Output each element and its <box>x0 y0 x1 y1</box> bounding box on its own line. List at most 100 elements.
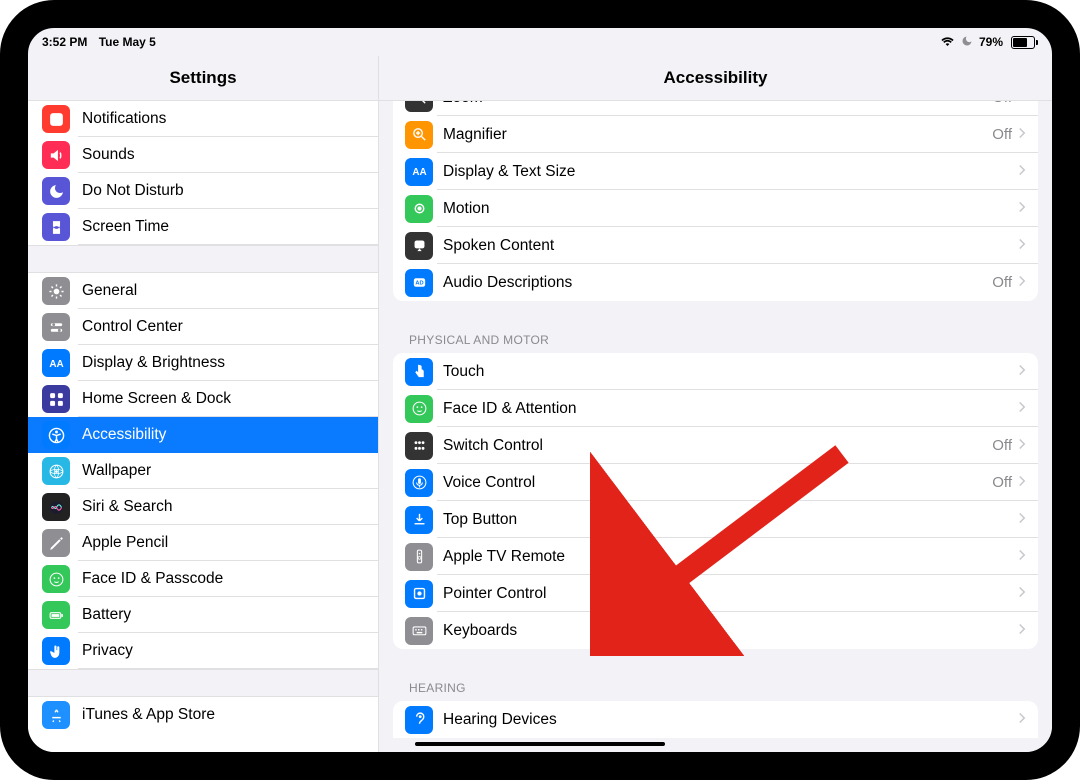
battery-icon <box>42 601 70 629</box>
device-frame: 3:52 PM Tue May 5 79% <box>0 0 1080 780</box>
svg-text:AD: AD <box>415 281 423 287</box>
hearing-icon <box>405 706 433 734</box>
sidebar-item-apple-pencil[interactable]: Apple Pencil <box>28 525 378 561</box>
sidebar-group-spacer <box>28 245 378 273</box>
settings-row-touch[interactable]: Touch <box>393 353 1038 390</box>
settings-row-keyboards[interactable]: Keyboards <box>393 612 1038 649</box>
sidebar-item-home-screen-dock[interactable]: Home Screen & Dock <box>28 381 378 417</box>
sidebar-item-face-id-passcode[interactable]: Face ID & Passcode <box>28 561 378 597</box>
settings-row-audio-descriptions[interactable]: ADAudio DescriptionsOff <box>393 264 1038 301</box>
sidebar-item-label: Control Center <box>82 318 183 336</box>
sidebar-item-label: Wallpaper <box>82 462 151 480</box>
sidebar-item-label: Display & Brightness <box>82 354 225 372</box>
row-label: Switch Control <box>443 437 992 455</box>
title-bar: Settings Accessibility <box>28 56 1052 101</box>
status-left: 3:52 PM Tue May 5 <box>42 35 164 49</box>
sidebar-item-label: Sounds <box>82 146 135 164</box>
row-value: Off <box>992 126 1012 143</box>
settings-row-motion[interactable]: Motion <box>393 190 1038 227</box>
sidebar-item-label: Privacy <box>82 642 133 660</box>
row-label: Pointer Control <box>443 585 1018 603</box>
faceid-icon <box>42 565 70 593</box>
sidebar-item-notifications[interactable]: Notifications <box>28 101 378 137</box>
sidebar-item-screen-time[interactable]: Screen Time <box>28 209 378 245</box>
settings-row-switch-control[interactable]: Switch ControlOff <box>393 427 1038 464</box>
general-icon <box>42 277 70 305</box>
row-label: Keyboards <box>443 622 1018 640</box>
settings-group: Hearing Devices <box>393 701 1038 738</box>
sidebar-item-label: Face ID & Passcode <box>82 570 223 588</box>
settings-row-voice-control[interactable]: Voice ControlOff <box>393 464 1038 501</box>
settings-row-apple-tv-remote[interactable]: Apple TV Remote <box>393 538 1038 575</box>
settings-row-face-id-attention[interactable]: Face ID & Attention <box>393 390 1038 427</box>
battery-icon <box>1009 36 1038 49</box>
settings-row-hearing-devices[interactable]: Hearing Devices <box>393 701 1038 738</box>
row-label: Apple TV Remote <box>443 548 1018 566</box>
row-label: Display & Text Size <box>443 163 1018 181</box>
sidebar-item-label: Apple Pencil <box>82 534 168 552</box>
sidebar-item-general[interactable]: General <box>28 273 378 309</box>
sidebar-item-label: General <box>82 282 137 300</box>
sidebar-item-privacy[interactable]: Privacy <box>28 633 378 669</box>
sidebar-item-label: Screen Time <box>82 218 169 236</box>
sidebar-item-wallpaper[interactable]: Wallpaper <box>28 453 378 489</box>
wallpaper-icon <box>42 457 70 485</box>
switch-icon <box>405 432 433 460</box>
accessibility-icon <box>42 421 70 449</box>
sidebar-item-display-brightness[interactable]: AA Display & Brightness <box>28 345 378 381</box>
sidebar-item-label: Do Not Disturb <box>82 182 184 200</box>
sidebar-item-itunes-app-store[interactable]: iTunes & App Store <box>28 697 378 733</box>
settings-row-magnifier[interactable]: MagnifierOff <box>393 116 1038 153</box>
settings-row-display-text-size[interactable]: AADisplay & Text Size <box>393 153 1038 190</box>
zoom-icon <box>405 101 433 112</box>
chevron-right-icon <box>1018 548 1026 566</box>
magnifier-icon <box>405 121 433 149</box>
topbtn-icon <box>405 506 433 534</box>
settings-group: TouchFace ID & AttentionSwitch ControlOf… <box>393 353 1038 649</box>
sidebar-item-accessibility[interactable]: Accessibility <box>28 417 378 453</box>
privacy-icon <box>42 637 70 665</box>
row-label: Hearing Devices <box>443 711 1018 729</box>
siri-icon <box>42 493 70 521</box>
chevron-right-icon <box>1018 585 1026 603</box>
sidebar-item-sounds[interactable]: Sounds <box>28 137 378 173</box>
row-label: Touch <box>443 363 1018 381</box>
wifi-icon <box>940 35 955 49</box>
sounds-icon <box>42 141 70 169</box>
chevron-right-icon <box>1018 622 1026 640</box>
settings-row-top-button[interactable]: Top Button <box>393 501 1038 538</box>
sidebar-item-label: Battery <box>82 606 131 624</box>
chevron-right-icon <box>1018 711 1026 729</box>
sidebar-item-label: iTunes & App Store <box>82 706 215 724</box>
spoken-icon <box>405 232 433 260</box>
section-header-hearing: Hearing <box>393 667 1038 701</box>
status-date: Tue May 5 <box>99 35 156 49</box>
sidebar-item-battery[interactable]: Battery <box>28 597 378 633</box>
settings-row-pointer-control[interactable]: Pointer Control <box>393 575 1038 612</box>
home-icon <box>42 385 70 413</box>
settings-row-zoom[interactable]: ZoomOff <box>393 101 1038 116</box>
chevron-right-icon <box>1018 363 1026 381</box>
sidebar-item-siri-search[interactable]: Siri & Search <box>28 489 378 525</box>
chevron-right-icon <box>1018 126 1026 144</box>
sidebar-list[interactable]: Notifications Sounds Do Not Disturb Screen … <box>28 101 379 752</box>
screentime-icon <box>42 213 70 241</box>
device-bezel: 3:52 PM Tue May 5 79% <box>0 0 1080 780</box>
split-view: Notifications Sounds Do Not Disturb Screen … <box>28 101 1052 752</box>
sidebar-item-control-center[interactable]: Control Center <box>28 309 378 345</box>
row-label: Zoom <box>443 101 992 107</box>
row-value: Off <box>992 437 1012 454</box>
chevron-right-icon <box>1018 437 1026 455</box>
chevron-right-icon <box>1018 200 1026 218</box>
master-title: Settings <box>28 56 379 100</box>
status-time: 3:52 PM <box>42 35 87 49</box>
sidebar-item-label: Accessibility <box>82 426 166 444</box>
touch-icon <box>405 358 433 386</box>
motion-icon <box>405 195 433 223</box>
detail-pane[interactable]: ZoomOffMagnifierOffAADisplay & Text Size… <box>379 101 1052 752</box>
svg-text:AA: AA <box>49 359 63 370</box>
settings-row-spoken-content[interactable]: Spoken Content <box>393 227 1038 264</box>
sidebar-item-do-not-disturb[interactable]: Do Not Disturb <box>28 173 378 209</box>
sidebar-item-label: Notifications <box>82 110 166 128</box>
screen-area: 3:52 PM Tue May 5 79% <box>28 28 1052 752</box>
